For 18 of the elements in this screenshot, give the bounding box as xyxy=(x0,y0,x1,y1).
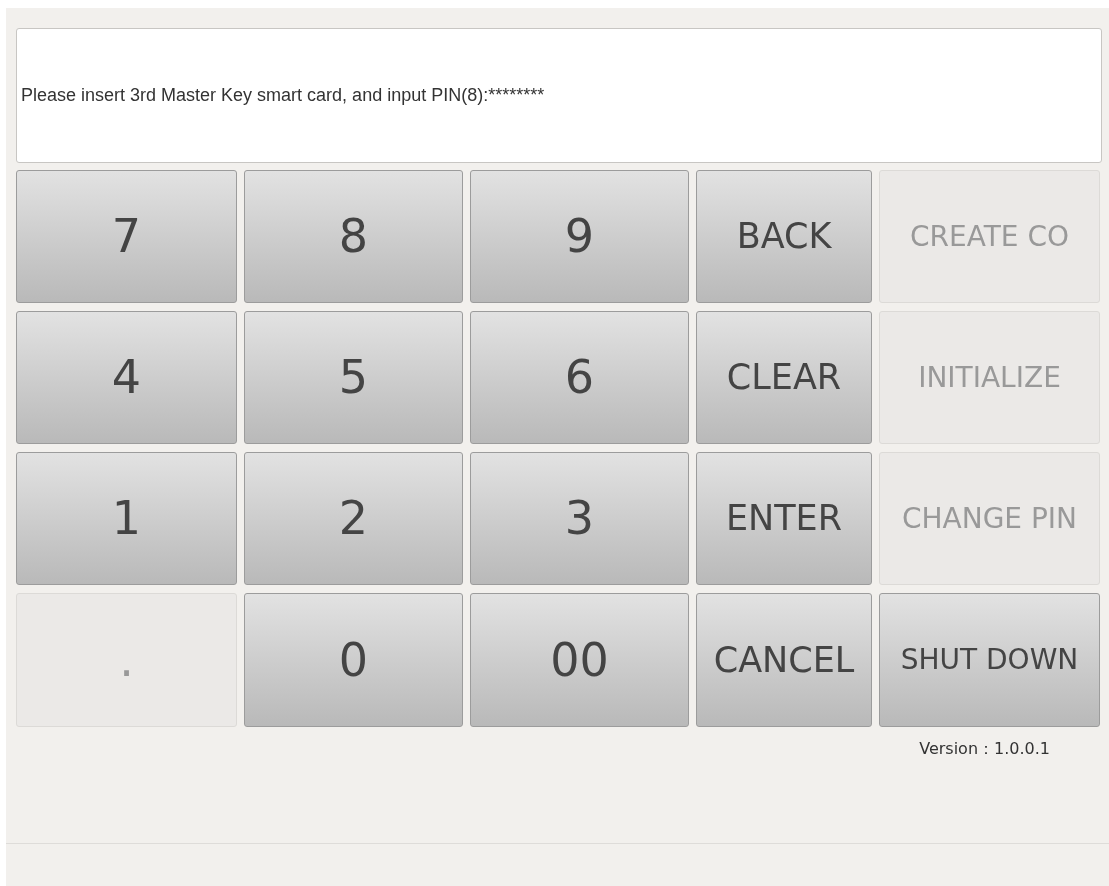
command-button[interactable]: BACK xyxy=(696,170,872,303)
message-text: Please insert 3rd Master Key smart card, and input PIN(8):******** xyxy=(21,84,545,107)
version-label: Version：1.0.0.1 xyxy=(919,738,1050,760)
digit-key[interactable]: 3 xyxy=(470,452,689,585)
command-button[interactable]: CLEAR xyxy=(696,311,872,444)
digit-key[interactable]: 8 xyxy=(244,170,463,303)
digit-key[interactable]: 6 xyxy=(470,311,689,444)
digit-key[interactable]: 1 xyxy=(16,452,237,585)
digit-key[interactable]: 7 xyxy=(16,170,237,303)
command-button[interactable]: SHUT DOWN xyxy=(879,593,1100,727)
digit-key[interactable]: 00 xyxy=(470,593,689,727)
digit-key[interactable]: 4 xyxy=(16,311,237,444)
command-button[interactable]: CANCEL xyxy=(696,593,872,727)
digit-key[interactable]: 5 xyxy=(244,311,463,444)
digit-key[interactable]: 2 xyxy=(244,452,463,585)
digit-key[interactable]: 0 xyxy=(244,593,463,727)
command-button[interactable]: ENTER xyxy=(696,452,872,585)
digit-key[interactable]: 9 xyxy=(470,170,689,303)
